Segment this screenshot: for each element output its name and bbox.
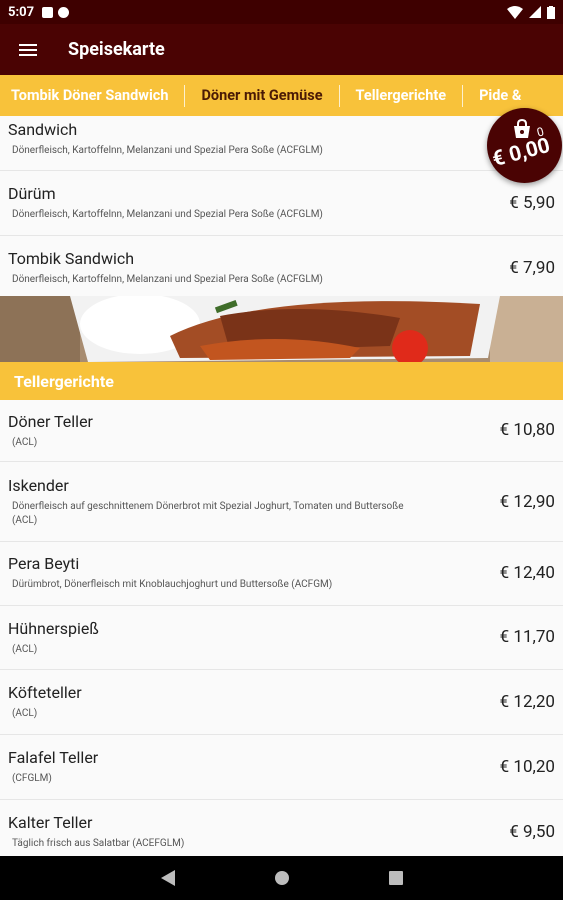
item-name: Falafel Teller [8,748,99,767]
item-description: (ACL) [12,437,38,448]
status-bar: 5:07 [0,0,563,24]
item-price: € 9,50 [509,822,555,842]
menu-item-duerum[interactable]: Dürüm Dönerfleisch, Kartoffelnn, Melanza… [0,171,563,236]
system-nav-bar [0,856,563,900]
app-bar: Speisekarte [0,24,563,75]
recents-icon[interactable] [388,871,403,885]
menu-item-tombik-sandwich[interactable]: Tombik Sandwich Dönerfleisch, Kartoffeln… [0,236,563,297]
item-name: Köfteteller [8,683,82,702]
item-name: Kalter Teller [8,813,93,832]
sd-card-icon [42,6,54,18]
item-name: Pera Beyti [8,554,80,573]
menu-item-doener-teller[interactable]: Döner Teller (ACL) € 10,80 [0,400,563,462]
item-price: € 12,40 [499,563,555,583]
section-title: Tellergerichte [14,371,114,391]
menu-item-sandwich[interactable]: Sandwich Dönerfleisch, Kartoffelnn, Mela… [0,116,563,171]
tab-tellergerichte[interactable]: Tellergerichte [338,84,463,107]
item-price: € 11,70 [499,627,555,647]
menu-list[interactable]: Sandwich Dönerfleisch, Kartoffelnn, Mela… [0,116,563,856]
back-icon[interactable] [160,870,175,886]
tab-pide[interactable]: Pide & [462,84,537,107]
item-name: Döner Teller [8,412,93,431]
menu-item-koefteteller[interactable]: Köfteteller (ACL) € 12,20 [0,670,563,735]
tab-tombik-doener-sandwich[interactable]: Tombik Döner Sandwich [0,85,184,107]
item-description: (CFGLM) [12,773,52,784]
battery-icon [547,5,555,19]
item-price: € 12,20 [499,692,555,712]
item-description: Dürümbrot, Dönerfleisch mit Knoblauchjog… [12,579,333,590]
menu-icon[interactable] [0,24,56,75]
item-price: € 12,90 [499,492,555,512]
item-name: Iskender [8,476,69,495]
signal-icon [529,6,541,18]
item-description: Dönerfleisch, Kartoffelnn, Melanzani und… [12,274,323,285]
home-icon[interactable] [274,871,289,885]
app-title: Speisekarte [68,39,165,60]
data-saver-icon [58,6,70,18]
item-name: Hühnerspieß [8,619,99,638]
category-tabs: Tombik Döner Sandwich Döner mit Gemüse T… [0,75,563,116]
item-description: Dönerfleisch, Kartoffelnn, Melanzani und… [12,209,323,220]
item-price: € 10,20 [499,757,555,777]
item-description: Dönerfleisch auf geschnittenem Dönerbrot… [12,501,404,526]
menu-item-iskender[interactable]: Iskender Dönerfleisch auf geschnittenem … [0,462,563,542]
menu-item-pera-beyti[interactable]: Pera Beyti Dürümbrot, Dönerfleisch mit K… [0,542,563,606]
item-description: Dönerfleisch, Kartoffelnn, Melanzani und… [12,145,323,156]
item-description: Täglich frisch aus Salatbar (ACEFGLM) [12,838,185,849]
section-header-tellergerichte: Tellergerichte [0,362,563,400]
item-name: Dürüm [8,184,56,203]
wifi-icon [507,5,523,19]
menu-item-falafel-teller[interactable]: Falafel Teller (CFGLM) € 10,20 [0,735,563,800]
tab-doener-mit-gemuese[interactable]: Döner mit Gemüse [184,84,338,107]
status-time: 5:07 [8,4,35,20]
menu-item-kalter-teller[interactable]: Kalter Teller Täglich frisch aus Salatba… [0,800,563,856]
item-description: (ACL) [12,708,38,719]
cart-total: € 0,00 [489,133,553,173]
item-name: Sandwich [8,120,78,139]
shopping-bag-icon [514,119,530,138]
item-price: € 7,90 [509,258,555,278]
food-banner-image [0,296,563,362]
item-price: € 5,90 [509,193,555,213]
item-description: (ACL) [12,644,38,655]
item-name: Tombik Sandwich [8,249,135,268]
menu-item-huehnerspiess[interactable]: Hühnerspieß (ACL) € 11,70 [0,606,563,670]
cart-button[interactable]: 0 € 0,00 [487,108,562,183]
item-price: € 10,80 [499,420,555,440]
